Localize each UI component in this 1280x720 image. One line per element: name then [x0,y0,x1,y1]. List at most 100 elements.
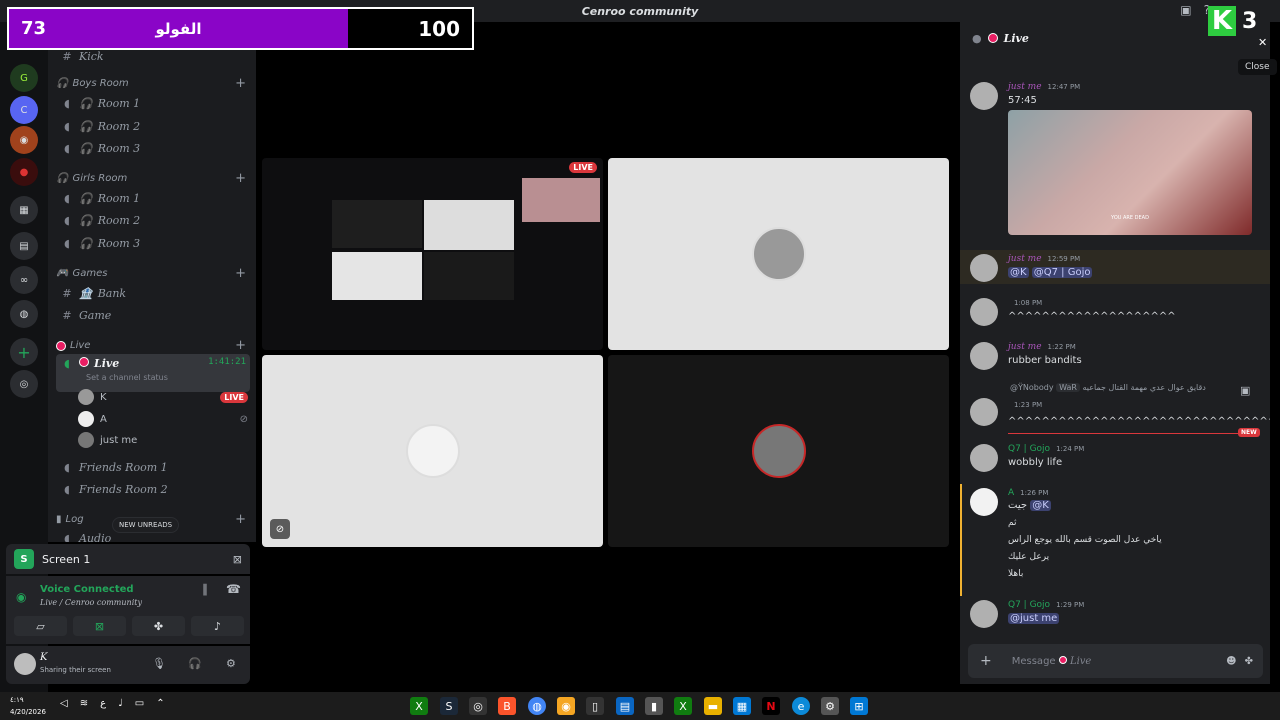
chat-message: just me 12:59 PM @K @Q7 | Gojo [970,252,1265,286]
app-icon-9[interactable]: ▮ [645,697,663,715]
message-author[interactable]: just me 12:59 PM [1008,254,1080,264]
voice-user-k[interactable]: K LIVE [78,387,248,407]
microphone-icon[interactable]: ♩ [118,698,123,709]
discover-icon[interactable]: ◎ [10,370,38,398]
message-author[interactable]: 1:08 PM [1008,298,1042,308]
netflix-icon[interactable]: N [762,697,780,715]
chat-message: A 1:26 PM جيت @K ثم ياخي عدل الصوت قسم با… [970,486,1265,596]
channel-bank[interactable]: # 🏦 Bank [56,283,250,303]
category-girls[interactable]: 🎧 Girls Room + [56,171,246,186]
avatar[interactable] [970,342,998,370]
server-icon-1[interactable]: G [10,64,38,92]
avatar[interactable] [970,298,998,326]
store-icon[interactable]: ▦ [733,697,751,715]
apps-icon[interactable]: ✤ [1245,656,1253,667]
server-icon-3[interactable]: ◉ [10,126,38,154]
add-server-icon[interactable]: + [10,338,38,366]
voice-connected-sub[interactable]: Live / Cenroo community [40,598,142,607]
user-avatar[interactable] [14,653,36,675]
category-games[interactable]: 🎮 Games + [56,266,246,281]
inbox-icon[interactable]: ▣ [1180,3,1191,17]
brave-icon[interactable]: B [498,697,516,715]
message-author[interactable]: just me 1:22 PM [1008,342,1076,352]
camera-icon[interactable]: ▭ [135,698,144,709]
channel-friends-room-1[interactable]: ◖ Friends Room 1 [56,457,250,477]
server-icon-7[interactable]: ∞ [10,266,38,294]
channel-game[interactable]: # Game [56,305,250,325]
xbox-app-icon[interactable]: X [674,697,692,715]
category-boys[interactable]: 🎧 Boys Room + [56,76,246,91]
avatar[interactable] [970,254,998,282]
message-image[interactable]: YOU ARE DEAD [1008,110,1252,235]
server-icon-8[interactable]: ◍ [10,300,38,328]
add-channel-icon[interactable]: + [235,338,246,353]
image-icon[interactable]: ▣ [1240,384,1250,397]
message-author[interactable]: A 1:26 PM [1008,488,1048,498]
noise-suppression-icon[interactable]: ∥ [202,582,208,596]
avatar[interactable] [970,444,998,472]
microphone-icon[interactable]: 🎙 [152,657,166,670]
add-channel-icon[interactable]: + [235,266,246,281]
participant-tile-1[interactable] [608,158,949,350]
file-explorer-icon[interactable]: ▬ [704,697,722,715]
channel-girls-room-3[interactable]: ◖ 🎧 Room 3 [56,233,250,253]
stream-tile-screen-share[interactable]: LIVE [262,158,603,350]
participant-tile-3[interactable] [608,355,949,547]
channel-girls-room-1[interactable]: ◖ 🎧 Room 1 [56,188,250,208]
channel-status[interactable]: Set a channel status [86,373,168,382]
server-icon-5[interactable]: ▦ [10,196,38,224]
activities-button[interactable]: ✤ [132,616,185,636]
message-author[interactable]: 1:23 PM [1008,400,1042,410]
taskbar-clock[interactable]: ٤:١٩ 4/20/2026 [10,694,46,718]
volume-icon[interactable]: ◁ [60,698,68,709]
xbox-icon[interactable]: X [410,697,428,715]
chrome-icon[interactable]: ◍ [528,697,546,715]
settings-icon[interactable]: ⚙ [821,697,839,715]
avatar[interactable] [970,600,998,628]
edge-icon[interactable]: e [792,697,810,715]
channel-boys-room-3[interactable]: ◖ 🎧 Room 3 [56,138,250,158]
add-channel-icon[interactable]: + [235,76,246,91]
voice-user-just-me[interactable]: just me [78,430,248,450]
voice-user-a[interactable]: A ⊘ [78,409,248,429]
language-icon[interactable]: ع [100,698,106,709]
message-author[interactable]: just me 12:47 PM [1008,82,1080,92]
popout-icon[interactable]: ⊠ [233,553,242,566]
avatar[interactable] [970,398,998,426]
server-icon-4[interactable]: ● [10,158,38,186]
wifi-icon[interactable]: ≋ [80,698,88,709]
avatar[interactable] [970,488,998,516]
channel-boys-room-2[interactable]: ◖ 🎧 Room 2 [56,116,250,136]
message-author[interactable]: Q7 | Gojo 1:29 PM [1008,600,1084,610]
server-icon-cenroo[interactable]: C [10,96,38,124]
participant-tile-2[interactable]: ⊘ [262,355,603,547]
mouse-icon[interactable]: ▯ [586,697,604,715]
message-composer[interactable]: + Message Live ☻ ✤ [968,644,1263,678]
show-hidden-icon[interactable]: ⌃ [156,698,164,709]
channel-boys-room-1[interactable]: ◖ 🎧 Room 1 [56,93,250,113]
channel-friends-room-2[interactable]: ◖ Friends Room 2 [56,479,250,499]
server-folder-icon[interactable]: ▤ [10,232,38,260]
soundboard-button[interactable]: ♪ [191,616,244,636]
add-channel-icon[interactable]: + [235,171,246,186]
photos-icon[interactable]: ▤ [616,697,634,715]
app-icon-6[interactable]: ◉ [557,697,575,715]
app-icon-3[interactable]: ◎ [469,697,487,715]
add-attachment-icon[interactable]: + [980,653,992,669]
disconnect-icon[interactable]: ☎ [226,582,241,596]
category-live[interactable]: Live + [56,338,246,353]
message-author[interactable]: Q7 | Gojo 1:24 PM [1008,444,1084,454]
headphones-icon[interactable]: 🎧 [188,657,202,670]
stop-stream-button[interactable]: ⊠ [73,616,126,636]
start-icon[interactable]: ⊞ [850,697,868,715]
channel-girls-room-2[interactable]: ◖ 🎧 Room 2 [56,210,250,230]
avatar[interactable] [970,82,998,110]
add-channel-icon[interactable]: + [235,512,246,527]
composer-placeholder: Message Live [1011,655,1092,667]
steam-icon[interactable]: S [440,697,458,715]
reply-preview[interactable]: @Ÿ‌Nobody WaR دقايق عوال عدي مهمة القتال… [1010,383,1206,392]
new-unreads-button[interactable]: NEW UNREADS [112,517,180,533]
settings-gear-icon[interactable]: ⚙ [226,657,236,670]
emoji-icon[interactable]: ☻ [1226,656,1236,667]
camera-off-button[interactable]: ▱ [14,616,67,636]
